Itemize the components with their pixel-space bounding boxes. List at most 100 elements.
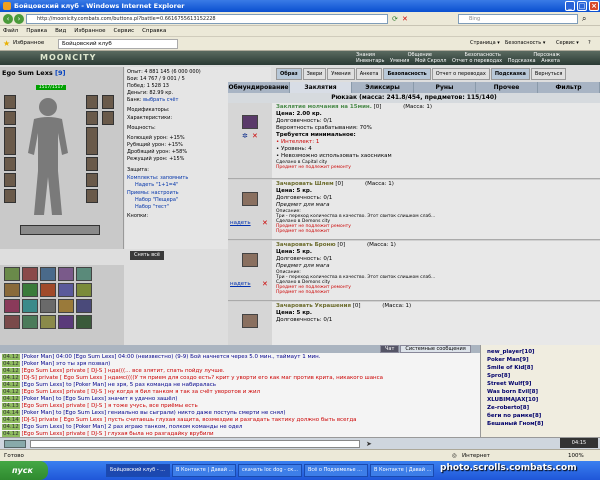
- scroll-item[interactable]: [22, 299, 38, 313]
- helmet-slot[interactable]: [4, 95, 16, 109]
- nav-scroll[interactable]: Мой Скролл: [415, 58, 446, 64]
- section-buttons[interactable]: Кнопки:: [127, 213, 148, 220]
- search-icon[interactable]: ⌕: [582, 14, 586, 24]
- belt-slot[interactable]: [4, 173, 16, 187]
- menu-tools[interactable]: Сервис: [114, 28, 135, 34]
- ring-slot[interactable]: [86, 157, 98, 171]
- pets-button[interactable]: Звери: [302, 68, 327, 80]
- scroll-item[interactable]: [4, 315, 20, 329]
- armor-slot[interactable]: [4, 157, 16, 171]
- section-characteristics[interactable]: Характеристики:: [127, 115, 172, 122]
- start-button[interactable]: пуск: [0, 461, 48, 480]
- online-user[interactable]: Poker Man[9]: [487, 357, 529, 364]
- ring3-slot[interactable]: [102, 111, 114, 125]
- image-button[interactable]: Образ: [276, 68, 302, 80]
- gloves-slot[interactable]: [4, 189, 16, 203]
- scroll-item[interactable]: [76, 315, 92, 329]
- taskbar-item[interactable]: Бойцовский клуб - ...: [106, 464, 170, 477]
- taskbar-item[interactable]: Всё о Подземелье ...: [304, 464, 368, 477]
- scroll-icon[interactable]: [242, 115, 258, 129]
- tab-chat[interactable]: Чат: [380, 345, 400, 353]
- tab-spells[interactable]: Заклятия: [290, 82, 352, 93]
- taskbar-item[interactable]: В Контакте | Давай ...: [370, 464, 434, 477]
- nav-transfers[interactable]: Отчет о переводах: [452, 58, 502, 64]
- tab-system-messages[interactable]: Системные сообщения: [400, 345, 471, 353]
- shield-slot[interactable]: [86, 127, 98, 155]
- chat-input[interactable]: [30, 440, 360, 448]
- scroll-item[interactable]: [22, 267, 38, 281]
- scroll-item[interactable]: [76, 283, 92, 297]
- character-name[interactable]: Ego Sum Lexs: [2, 69, 53, 77]
- return-button[interactable]: Вернуться: [530, 68, 567, 80]
- online-user[interactable]: new_player[10]: [487, 349, 535, 356]
- back-icon[interactable]: ‹: [3, 14, 13, 24]
- online-user[interactable]: Spro[8]: [487, 373, 510, 380]
- online-user[interactable]: XLUBIMAJAX[10]: [487, 397, 538, 404]
- search-input[interactable]: Bing: [458, 14, 578, 24]
- online-user[interactable]: Was born Evil[8]: [487, 389, 538, 396]
- menu-file[interactable]: Файл: [3, 28, 18, 34]
- tab-elixirs[interactable]: Эликсиры: [352, 82, 414, 93]
- scroll-item[interactable]: [76, 267, 92, 281]
- online-user[interactable]: Ze-roberto[8]: [487, 405, 529, 412]
- page-menu[interactable]: Страница ▾: [470, 40, 500, 46]
- item-name[interactable]: Зачаровать Броню: [276, 242, 336, 248]
- item-name[interactable]: Заклятие молчания на 15мин.: [276, 104, 372, 110]
- scroll-item[interactable]: [40, 283, 56, 297]
- item-name[interactable]: Зачаровать Шлем: [276, 181, 334, 187]
- safety-menu[interactable]: Безопасность ▾: [505, 40, 545, 46]
- taskbar-item[interactable]: В Контакте | Давай ...: [172, 464, 236, 477]
- section-tricks[interactable]: Приемы: настроить: [127, 190, 179, 197]
- nav-skills[interactable]: Умения: [390, 58, 409, 64]
- scroll-item[interactable]: [22, 315, 38, 329]
- use-icon[interactable]: ✲: [242, 133, 248, 140]
- send-icon[interactable]: ➤: [366, 440, 372, 448]
- boots-slot[interactable]: [86, 189, 98, 203]
- nav-hint[interactable]: Подсказка: [508, 58, 536, 64]
- refresh-icon[interactable]: ⟳: [392, 15, 398, 23]
- section-defense[interactable]: Защита:: [127, 167, 149, 174]
- online-user[interactable]: бeги no paмке[8]: [487, 413, 541, 420]
- scroll-item[interactable]: [4, 299, 20, 313]
- weapon-slot[interactable]: [4, 127, 16, 155]
- browser-tab[interactable]: Бойцовский клуб: [58, 39, 178, 49]
- section-modifiers[interactable]: Модификаторы:: [127, 107, 169, 114]
- favorites-label[interactable]: Избранное: [13, 40, 44, 46]
- scroll-item[interactable]: [4, 267, 20, 281]
- online-user[interactable]: Бешаный Гном[8]: [487, 421, 543, 428]
- scroll-icon[interactable]: [242, 314, 258, 328]
- remove-all-button[interactable]: Снять всё: [130, 251, 164, 260]
- delete-icon[interactable]: ✕: [262, 281, 268, 288]
- profile-button[interactable]: Анкета: [355, 68, 383, 80]
- tab-equipment[interactable]: Обмундирование: [228, 82, 290, 93]
- forward-icon[interactable]: ›: [14, 14, 24, 24]
- set-wear-link[interactable]: Надеть "1+1=4": [135, 182, 178, 189]
- quick-slots[interactable]: [20, 225, 100, 235]
- menu-view[interactable]: Вид: [55, 28, 66, 34]
- hint-button[interactable]: Подсказка: [490, 68, 530, 80]
- chat-mode-button[interactable]: [4, 440, 26, 448]
- ring2-slot[interactable]: [102, 95, 114, 109]
- skills-button[interactable]: Умения: [327, 68, 355, 80]
- tab-other[interactable]: Прочее: [476, 82, 538, 93]
- bracer-slot[interactable]: [86, 173, 98, 187]
- amulet-slot[interactable]: [4, 111, 16, 125]
- help-icon[interactable]: ?: [588, 40, 591, 46]
- url-input[interactable]: http://moonicity.combats.com/buttons.pl?…: [26, 14, 388, 24]
- favorites-star-icon[interactable]: ★: [3, 40, 10, 48]
- scroll-item[interactable]: [58, 315, 74, 329]
- security-button[interactable]: Безопасность: [383, 68, 431, 80]
- item-name[interactable]: Зачаровать Украшения: [276, 303, 351, 309]
- section-sets[interactable]: Комплекты: запомнить: [127, 175, 188, 182]
- stop-icon[interactable]: ✕: [402, 15, 408, 23]
- scroll-item[interactable]: [22, 283, 38, 297]
- nav-inventory[interactable]: Инвентарь: [356, 58, 384, 64]
- wear-link[interactable]: надеть: [230, 281, 251, 288]
- scroll-icon[interactable]: [242, 253, 258, 267]
- scroll-item[interactable]: [76, 299, 92, 313]
- menu-edit[interactable]: Правка: [26, 28, 47, 34]
- bank-link[interactable]: выбрать счёт: [143, 97, 178, 103]
- minimize-button[interactable]: _: [565, 1, 575, 11]
- earring-slot[interactable]: [86, 95, 98, 109]
- tab-filter[interactable]: Фильтр: [538, 82, 600, 93]
